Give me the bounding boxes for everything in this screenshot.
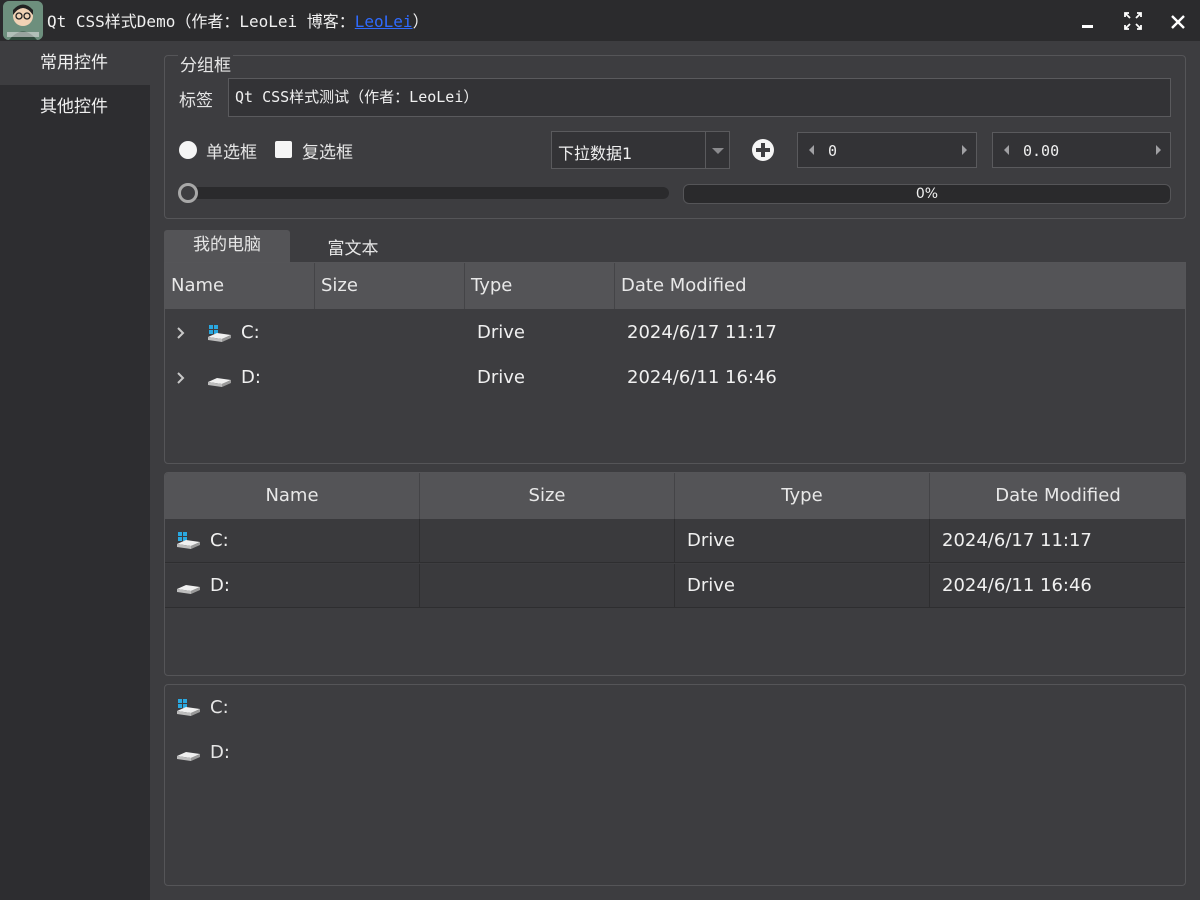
tree-header: Name Size Type Date Modified <box>165 263 1185 309</box>
app-avatar-icon <box>3 1 43 40</box>
column-header-type[interactable]: Type <box>465 263 615 309</box>
drive-icon <box>177 585 200 594</box>
sidebar: 常用控件 其他控件 <box>0 41 150 900</box>
double-spinbox-value: 0.00 <box>1023 142 1060 160</box>
drive-name: D: <box>241 367 261 388</box>
list-item[interactable]: C: <box>165 685 1185 730</box>
drive-type: Drive <box>675 519 930 563</box>
arrow-right-icon[interactable] <box>1152 142 1164 158</box>
drive-date: 2024/6/17 11:17 <box>627 322 777 343</box>
int-spinbox[interactable]: 0 <box>797 132 977 168</box>
arrow-right-icon[interactable] <box>958 142 970 158</box>
combo-value: 下拉数据1 <box>558 144 633 163</box>
drive-name: C: <box>210 697 229 718</box>
drive-icon <box>208 378 231 387</box>
slider-handle[interactable] <box>178 183 198 203</box>
arrow-left-icon[interactable] <box>806 142 818 158</box>
minimize-icon <box>1082 25 1093 28</box>
column-header-name[interactable]: Name <box>165 263 315 309</box>
drive-type: Drive <box>477 367 525 388</box>
tab-my-computer[interactable]: 我的电脑 <box>164 230 290 262</box>
drive-size <box>420 519 675 563</box>
tree-row[interactable]: D: Drive 2024/6/11 16:46 <box>165 355 1185 400</box>
drive-name: C: <box>241 322 260 343</box>
drive-name-cell: D: <box>165 564 420 608</box>
tree-row[interactable]: C: Drive 2024/6/17 11:17 <box>165 310 1185 355</box>
column-header-size[interactable]: Size <box>420 473 675 519</box>
tree-view[interactable]: Name Size Type Date Modified C: Drive 20… <box>164 262 1186 464</box>
drive-name: D: <box>210 575 230 596</box>
column-header-size[interactable]: Size <box>315 263 465 309</box>
line-edit[interactable]: Qt CSS样式测试（作者：LeoLei） <box>228 78 1171 117</box>
column-header-date[interactable]: Date Modified <box>615 263 1185 309</box>
combo-box[interactable]: 下拉数据1 <box>551 131 730 169</box>
minimize-button[interactable] <box>1075 8 1101 34</box>
checkbox-label: 复选框 <box>302 143 353 163</box>
drive-name: D: <box>210 742 230 763</box>
close-button[interactable] <box>1165 8 1191 34</box>
slider-track[interactable] <box>180 187 669 199</box>
int-spinbox-value: 0 <box>828 142 838 160</box>
column-header-date[interactable]: Date Modified <box>930 473 1185 519</box>
radio-label: 单选框 <box>206 143 257 163</box>
table-view[interactable]: Name Size Type Date Modified C: Drive 20… <box>164 472 1186 676</box>
arrow-left-icon[interactable] <box>1001 142 1013 158</box>
checkbox[interactable] <box>275 141 292 158</box>
column-header-name[interactable]: Name <box>165 473 420 519</box>
combo-dropdown-button[interactable] <box>705 132 729 168</box>
table-row[interactable]: C: Drive 2024/6/17 11:17 <box>165 519 1185 563</box>
list-view[interactable]: C: D: <box>164 684 1186 886</box>
plus-icon <box>756 143 770 157</box>
close-icon <box>1171 15 1185 29</box>
blog-link[interactable]: LeoLei <box>355 12 413 31</box>
chevron-right-icon[interactable] <box>175 370 187 386</box>
window-title: Qt CSS样式Demo（作者：LeoLei 博客：LeoLei） <box>47 12 429 31</box>
sidebar-item-other-controls[interactable]: 其他控件 <box>0 85 150 129</box>
drive-name-cell: C: <box>165 519 420 563</box>
drive-name: C: <box>210 530 229 551</box>
drive-type: Drive <box>477 322 525 343</box>
field-label: 标签 <box>179 91 213 111</box>
drive-type: Drive <box>675 564 930 608</box>
sidebar-item-common-controls[interactable]: 常用控件 <box>0 41 150 85</box>
progress-bar: 0% <box>683 184 1171 204</box>
list-item[interactable]: D: <box>165 730 1185 775</box>
table-header: Name Size Type Date Modified <box>165 473 1185 519</box>
double-spinbox[interactable]: 0.00 <box>992 132 1171 168</box>
system-drive-icon <box>177 532 200 549</box>
title-bar: Qt CSS样式Demo（作者：LeoLei 博客：LeoLei） <box>0 0 1200 41</box>
system-drive-icon <box>208 325 231 342</box>
drive-size <box>420 564 675 608</box>
group-box-title: 分组框 <box>178 51 233 76</box>
radio-button[interactable] <box>179 141 197 159</box>
maximize-button[interactable] <box>1120 8 1146 34</box>
drive-date: 2024/6/17 11:17 <box>942 530 1092 551</box>
maximize-icon <box>1124 12 1142 30</box>
system-drive-icon <box>177 699 200 716</box>
chevron-down-icon <box>712 148 724 154</box>
column-header-type[interactable]: Type <box>675 473 930 519</box>
drive-date: 2024/6/11 16:46 <box>627 367 777 388</box>
add-button[interactable] <box>752 139 774 161</box>
drive-date: 2024/6/11 16:46 <box>942 575 1092 596</box>
drive-icon <box>177 752 200 761</box>
chevron-right-icon[interactable] <box>175 325 187 341</box>
table-row[interactable]: D: Drive 2024/6/11 16:46 <box>165 564 1185 608</box>
